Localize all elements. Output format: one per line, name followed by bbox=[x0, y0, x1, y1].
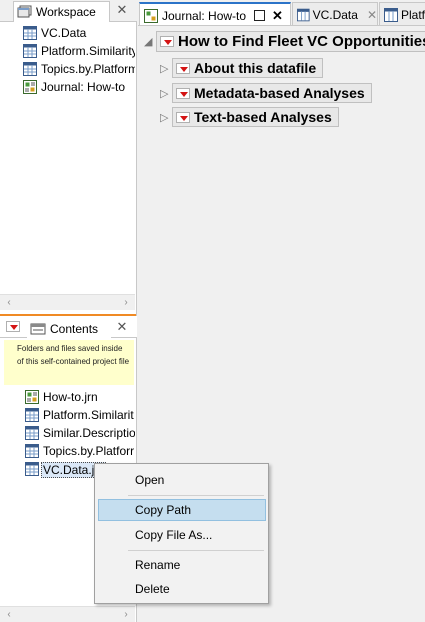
contents-hscrollbar[interactable]: ‹ › bbox=[0, 606, 135, 622]
maximize-icon[interactable] bbox=[254, 10, 266, 21]
workspace-item-journal[interactable]: Journal: How-to bbox=[0, 78, 135, 96]
red-triangle-menu-icon[interactable] bbox=[176, 62, 190, 74]
contents-tab-label: Contents bbox=[50, 321, 99, 336]
contents-item-label: Similar.Descriptio bbox=[43, 426, 135, 440]
data-table-icon bbox=[25, 462, 39, 476]
contents-item-similar-descriptions[interactable]: Similar.Descriptio bbox=[0, 424, 135, 442]
menu-item-copy-path[interactable]: Copy Path bbox=[98, 499, 266, 521]
workspace-tab-label: Workspace bbox=[36, 5, 96, 19]
workspace-item-platform-similarity[interactable]: Platform.Similarity bbox=[0, 42, 135, 60]
journal-title-box: How to Find Fleet VC Opportunities bbox=[156, 30, 425, 52]
journal-icon bbox=[23, 80, 37, 94]
menu-item-open[interactable]: Open bbox=[98, 469, 266, 491]
contents-item-platform-similarity[interactable]: Platform.Similarit bbox=[0, 406, 135, 424]
workspace-item-label: Journal: How-to bbox=[41, 80, 126, 94]
scroll-right-icon[interactable]: › bbox=[119, 608, 133, 622]
contents-item-how-to-jrn[interactable]: How-to.jrn bbox=[0, 388, 135, 406]
close-tab-icon[interactable]: ✕ bbox=[272, 8, 283, 24]
scroll-left-icon[interactable]: ‹ bbox=[2, 608, 16, 622]
expand-triangle-icon[interactable]: ▷ bbox=[160, 111, 170, 124]
collapse-triangle-icon[interactable]: ◢ bbox=[144, 35, 154, 48]
data-table-icon bbox=[23, 62, 37, 76]
journal-icon bbox=[25, 390, 39, 404]
context-menu: Open Copy Path Copy File As... Rename De… bbox=[94, 463, 269, 604]
data-table-icon bbox=[25, 426, 39, 440]
workspace-item-label: Platform.Similarity bbox=[41, 44, 135, 58]
workspace-item-label: VC.Data bbox=[41, 26, 87, 40]
workspace-tab[interactable]: Workspace bbox=[13, 1, 110, 22]
scroll-left-icon[interactable]: ‹ bbox=[2, 296, 16, 310]
workspace-close-icon[interactable]: ✕ bbox=[115, 3, 129, 17]
section-title: Metadata-based Analyses bbox=[194, 85, 365, 101]
tab-label: Platf bbox=[401, 7, 425, 22]
tab-platform[interactable]: Platf bbox=[379, 2, 425, 25]
menu-separator bbox=[128, 495, 264, 496]
workspace-icon bbox=[17, 5, 32, 18]
section-box: Metadata-based Analyses bbox=[172, 83, 372, 103]
data-table-icon bbox=[25, 444, 39, 458]
section-box: Text-based Analyses bbox=[172, 107, 339, 127]
contents-tabbar: Contents ✕ bbox=[0, 316, 137, 339]
contents-item-label: Platform.Similarit bbox=[43, 408, 134, 422]
data-table-icon bbox=[25, 408, 39, 422]
menu-item-copy-file-as[interactable]: Copy File As... bbox=[98, 524, 266, 546]
workspace-item-vc-data[interactable]: VC.Data bbox=[0, 24, 135, 42]
close-tab-icon[interactable]: ✕ bbox=[367, 8, 377, 22]
workspace-item-label: Topics.by.Platform bbox=[41, 62, 135, 76]
menu-separator bbox=[128, 550, 264, 551]
data-table-icon bbox=[384, 7, 398, 22]
section-title: Text-based Analyses bbox=[194, 109, 332, 125]
data-table-icon bbox=[23, 44, 37, 58]
expand-triangle-icon[interactable]: ▷ bbox=[160, 62, 170, 75]
tab-label: Journal: How-to bbox=[162, 8, 247, 23]
workspace-tabbar: Workspace ✕ bbox=[0, 0, 137, 22]
section-box: About this datafile bbox=[172, 58, 324, 78]
red-triangle-menu-icon[interactable] bbox=[176, 87, 190, 99]
contents-item-label: How-to.jrn bbox=[43, 390, 98, 404]
expand-triangle-icon[interactable]: ▷ bbox=[160, 87, 170, 100]
section-text-analyses[interactable]: ▷ Text-based Analyses bbox=[160, 106, 339, 128]
section-about-datafile[interactable]: ▷ About this datafile bbox=[160, 57, 324, 79]
workspace-hscrollbar[interactable]: ‹ › bbox=[0, 294, 135, 310]
journal-title-outline[interactable]: ◢ How to Find Fleet VC Opportunities bbox=[144, 30, 425, 52]
contents-item-topics-by-platform[interactable]: Topics.by.Platforr bbox=[0, 442, 135, 460]
project-contents-note: Folders and files saved inside of this s… bbox=[4, 340, 134, 385]
journal-title: How to Find Fleet VC Opportunities bbox=[178, 32, 425, 50]
contents-icon bbox=[30, 323, 46, 334]
menu-item-delete[interactable]: Delete bbox=[98, 578, 266, 600]
contents-close-icon[interactable]: ✕ bbox=[115, 320, 129, 334]
contents-menu-red-triangle-icon[interactable] bbox=[6, 321, 20, 332]
data-table-icon bbox=[23, 26, 37, 40]
menu-item-rename[interactable]: Rename bbox=[98, 554, 266, 576]
scroll-right-icon[interactable]: › bbox=[119, 296, 133, 310]
section-metadata-analyses[interactable]: ▷ Metadata-based Analyses bbox=[160, 82, 372, 104]
contents-item-label: Topics.by.Platforr bbox=[43, 444, 135, 458]
workspace-item-topics-by-platform[interactable]: Topics.by.Platform bbox=[0, 60, 135, 78]
tab-label: VC.Data bbox=[312, 7, 358, 22]
red-triangle-menu-icon[interactable] bbox=[160, 35, 174, 47]
workspace-tree: VC.Data Platform.Similarity Topics.by.Pl… bbox=[0, 24, 135, 292]
red-triangle-menu-icon[interactable] bbox=[176, 111, 190, 123]
document-tabbar: Journal: How-to ✕ VC.Data ✕ Platf bbox=[138, 0, 425, 26]
tab-journal-how-to[interactable]: Journal: How-to ✕ bbox=[139, 2, 291, 25]
section-title: About this datafile bbox=[194, 60, 317, 76]
journal-icon bbox=[144, 8, 158, 23]
data-table-icon bbox=[297, 8, 310, 21]
contents-tab[interactable]: Contents bbox=[27, 318, 111, 339]
tab-vc-data[interactable]: VC.Data ✕ bbox=[292, 2, 378, 25]
